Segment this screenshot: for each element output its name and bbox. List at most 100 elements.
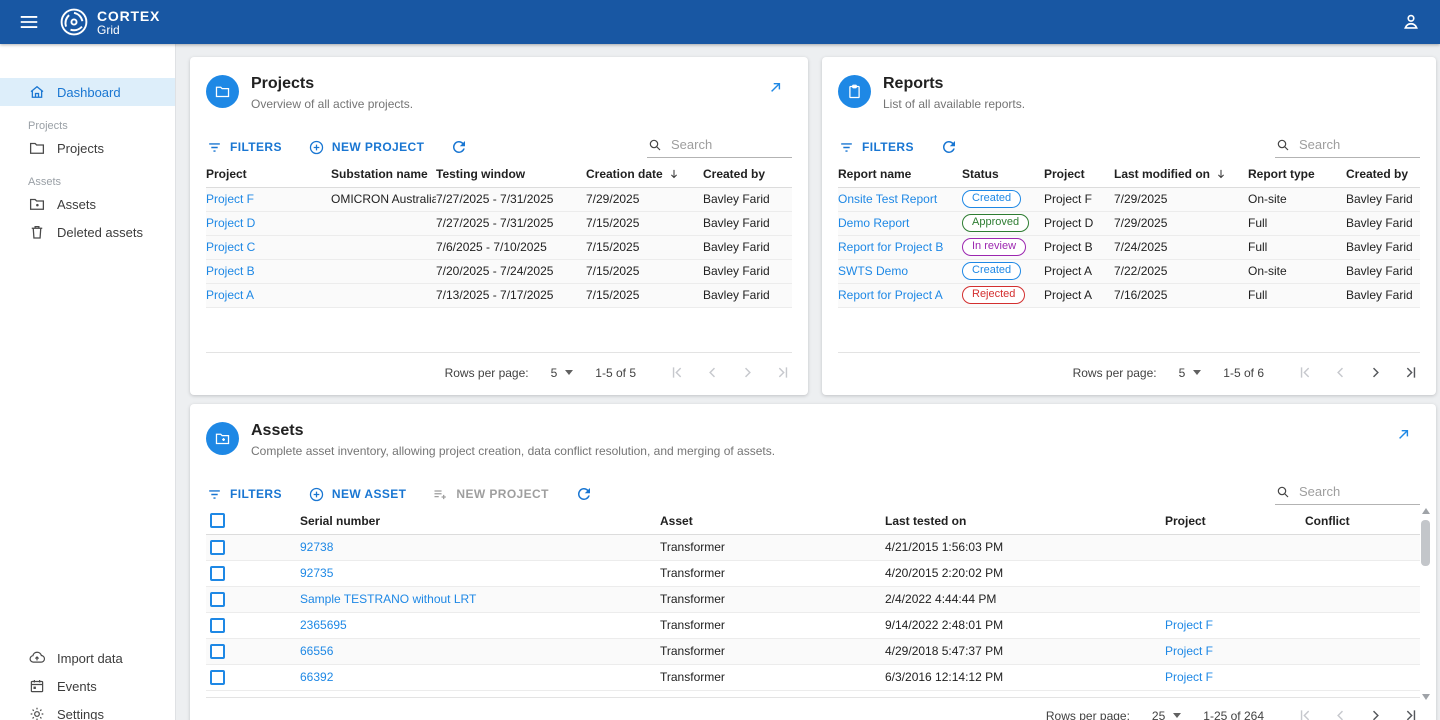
- sidebar: Dashboard Projects Projects Assets Asset…: [0, 44, 176, 720]
- serial-number-cell: 92735: [300, 560, 660, 586]
- account-button[interactable]: [1400, 11, 1422, 33]
- next-page-button[interactable]: [1366, 363, 1385, 382]
- column-header-last-tested[interactable]: Last tested on: [885, 508, 1165, 534]
- sidebar-item-import-data[interactable]: Import data: [0, 644, 175, 672]
- serial-number-link[interactable]: 66556: [300, 644, 333, 658]
- refresh-icon[interactable]: [575, 485, 593, 503]
- scroll-down-icon[interactable]: [1422, 694, 1430, 700]
- card-subtitle: Overview of all active projects.: [251, 97, 413, 111]
- row-checkbox[interactable]: [210, 670, 225, 685]
- assets-card: Assets Complete asset inventory, allowin…: [190, 404, 1436, 720]
- last-page-button[interactable]: [1401, 706, 1420, 720]
- status-badge: In review: [962, 238, 1026, 256]
- new-project-button[interactable]: NEW PROJECT: [308, 139, 424, 156]
- project-link[interactable]: Project F: [1165, 618, 1213, 632]
- sidebar-item-events[interactable]: Events: [0, 672, 175, 700]
- column-header-status[interactable]: Status: [962, 161, 1044, 187]
- report-link[interactable]: Demo Report: [838, 216, 909, 230]
- row-checkbox[interactable]: [210, 566, 225, 581]
- column-header-conflict[interactable]: Conflict: [1305, 508, 1420, 534]
- open-assets-arrow-icon[interactable]: [1395, 426, 1412, 448]
- project-cell: [1165, 560, 1305, 586]
- rows-per-page-select[interactable]: 5: [1179, 366, 1202, 380]
- scrollbar-thumb[interactable]: [1421, 520, 1430, 566]
- column-header-serial-number[interactable]: Serial number: [300, 508, 660, 534]
- column-header-substation[interactable]: Substation name: [331, 161, 436, 187]
- column-header-report-name[interactable]: Report name: [838, 161, 962, 187]
- filters-button[interactable]: FILTERS: [206, 486, 282, 503]
- search-input[interactable]: [1299, 137, 1420, 152]
- report-link[interactable]: SWTS Demo: [838, 264, 908, 278]
- scrollbar[interactable]: [1421, 508, 1431, 700]
- search-input[interactable]: [1299, 484, 1420, 499]
- sidebar-item-assets[interactable]: Assets: [0, 190, 175, 218]
- sidebar-item-projects[interactable]: Projects: [0, 134, 175, 162]
- refresh-icon[interactable]: [940, 138, 958, 156]
- sort-desc-icon: [667, 167, 681, 181]
- serial-number-link[interactable]: 2365695: [300, 618, 347, 632]
- select-all-checkbox[interactable]: [210, 513, 225, 528]
- menu-icon[interactable]: [18, 11, 40, 33]
- project-link[interactable]: Project B: [206, 264, 255, 278]
- status-badge: Created: [962, 262, 1021, 280]
- status-cell: In review: [962, 235, 1044, 259]
- sidebar-item-settings[interactable]: Settings: [0, 700, 175, 720]
- status-cell: Rejected: [962, 283, 1044, 307]
- serial-number-link[interactable]: 66392: [300, 670, 333, 684]
- column-header-asset[interactable]: Asset: [660, 508, 885, 534]
- rows-per-page-select[interactable]: 25: [1152, 709, 1181, 720]
- search-icon: [1275, 137, 1291, 153]
- person-icon: [1400, 11, 1422, 33]
- project-link[interactable]: Project C: [206, 240, 255, 254]
- filters-button[interactable]: FILTERS: [206, 139, 282, 156]
- row-checkbox[interactable]: [210, 618, 225, 633]
- column-header-report-type[interactable]: Report type: [1248, 161, 1346, 187]
- project-link[interactable]: Project F: [1165, 644, 1213, 658]
- filters-button[interactable]: FILTERS: [838, 139, 914, 156]
- next-page-button[interactable]: [1366, 706, 1385, 720]
- column-header-creation-date[interactable]: Creation date: [586, 161, 703, 187]
- rows-per-page-select[interactable]: 5: [551, 366, 574, 380]
- report-link[interactable]: Report for Project A: [838, 288, 943, 302]
- card-title: Projects: [251, 75, 413, 93]
- search-input[interactable]: [671, 137, 792, 152]
- pagination-range: 1-5 of 6: [1223, 366, 1264, 380]
- sidebar-item-deleted-assets[interactable]: Deleted assets: [0, 218, 175, 246]
- asset-cell: Transformer: [660, 638, 885, 664]
- column-header-project[interactable]: Project: [1044, 161, 1114, 187]
- last-modified-cell: 7/29/2025: [1114, 187, 1248, 211]
- project-link[interactable]: Project F: [1165, 670, 1213, 684]
- last-page-button[interactable]: [1401, 363, 1420, 382]
- row-checkbox[interactable]: [210, 592, 225, 607]
- scroll-up-icon[interactable]: [1422, 508, 1430, 514]
- row-checkbox[interactable]: [210, 540, 225, 555]
- new-asset-button[interactable]: NEW ASSET: [308, 486, 407, 503]
- column-header-created-by[interactable]: Created by: [1346, 161, 1420, 187]
- reports-card-icon: [838, 75, 871, 108]
- pagination-bar: Rows per page: 5 1-5 of 5: [206, 352, 792, 392]
- project-link[interactable]: Project D: [206, 216, 255, 230]
- open-projects-arrow-icon[interactable]: [767, 79, 784, 101]
- refresh-icon[interactable]: [450, 138, 468, 156]
- column-header-project[interactable]: Project: [206, 161, 331, 187]
- report-link[interactable]: Report for Project B: [838, 240, 943, 254]
- serial-number-link[interactable]: 92735: [300, 566, 333, 580]
- assets-card-icon: [206, 422, 239, 455]
- asset-cell: Transformer: [660, 664, 885, 690]
- column-header-testing-window[interactable]: Testing window: [436, 161, 586, 187]
- sidebar-item-dashboard[interactable]: Dashboard: [0, 78, 175, 106]
- conflict-cell: [1305, 586, 1420, 612]
- column-header-last-modified[interactable]: Last modified on: [1114, 161, 1248, 187]
- serial-number-link[interactable]: 92738: [300, 540, 333, 554]
- project-cell: Project B: [206, 259, 331, 283]
- projects-card: Projects Overview of all active projects…: [190, 57, 808, 395]
- project-link[interactable]: Project A: [206, 288, 254, 302]
- row-checkbox[interactable]: [210, 644, 225, 659]
- serial-number-link[interactable]: Sample TESTRANO without LRT: [300, 592, 476, 606]
- column-header-created-by[interactable]: Created by: [703, 161, 792, 187]
- report-link[interactable]: Onsite Test Report: [838, 192, 937, 206]
- status-badge: Created: [962, 190, 1021, 208]
- top-app-bar: CORTEX Grid: [0, 0, 1440, 44]
- column-header-project[interactable]: Project: [1165, 508, 1305, 534]
- project-link[interactable]: Project F: [206, 192, 254, 206]
